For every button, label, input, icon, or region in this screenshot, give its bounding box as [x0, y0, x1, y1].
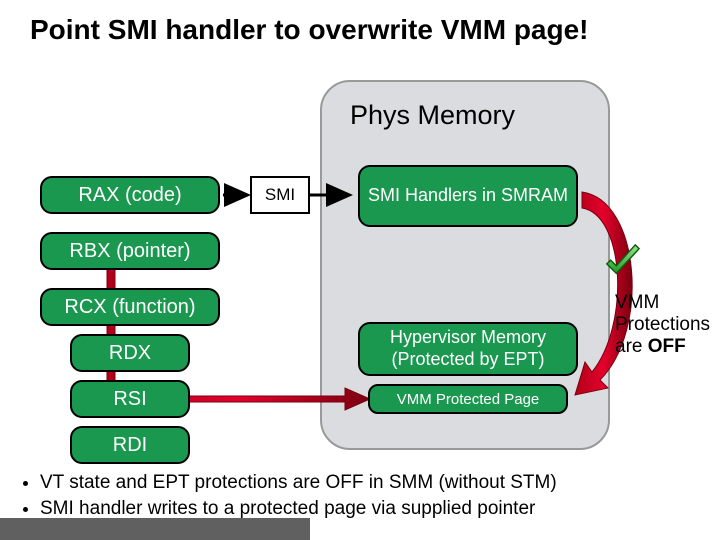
reg-rsi: RSI: [70, 380, 190, 418]
bullet-item: VT state and EPT protections are OFF in …: [40, 470, 557, 496]
vmm-note-line2: Protections: [615, 314, 710, 335]
mem-hypervisor: Hypervisor Memory (Protected by EPT): [358, 322, 578, 376]
vmm-note-line1: VMM: [615, 292, 659, 313]
vmm-protections-note: VMM Protections are OFF: [615, 292, 720, 358]
footer-bar: [0, 518, 310, 540]
slide-title: Point SMI handler to overwrite VMM page!: [30, 14, 589, 46]
checkmark-icon: [603, 243, 641, 281]
phys-memory-label: Phys Memory: [350, 100, 515, 131]
reg-rdx: RDX: [70, 334, 190, 372]
vmm-note-line3-bold: OFF: [648, 336, 686, 357]
smi-box: SMI: [250, 176, 310, 214]
slide: Point SMI handler to overwrite VMM page!…: [0, 0, 720, 540]
vmm-note-line3-pre: are: [615, 336, 648, 357]
reg-rdi: RDI: [70, 426, 190, 464]
mem-smi-handlers: SMI Handlers in SMRAM: [358, 165, 578, 227]
bullet-list: VT state and EPT protections are OFF in …: [20, 470, 557, 521]
reg-rcx: RCX (function): [40, 288, 220, 326]
reg-rax: RAX (code): [40, 176, 220, 214]
mem-vmm-page: VMM Protected Page: [368, 384, 568, 414]
reg-rbx: RBX (pointer): [40, 232, 220, 270]
